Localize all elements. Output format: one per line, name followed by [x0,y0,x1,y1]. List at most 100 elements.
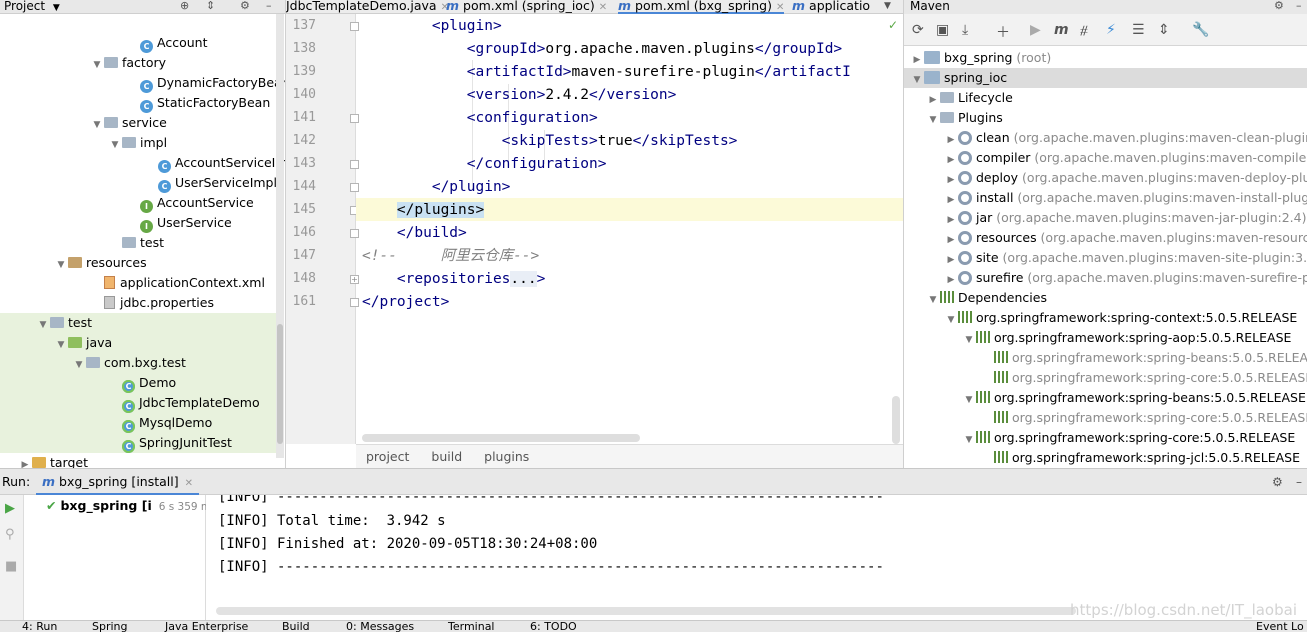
code-line[interactable]: <configuration> [362,108,598,128]
run-icon[interactable]: ▶ [1030,22,1041,38]
tree-item[interactable]: ▼ impl [0,133,276,153]
maven-tree-item[interactable]: ▶ compiler (org.apache.maven.plugins:mave… [904,148,1307,168]
maven-tree-item[interactable]: ▶ Lifecycle [904,88,1307,108]
code-line[interactable]: </build> [362,223,467,243]
code-line[interactable]: <plugin> [362,16,502,36]
maven-tree-item[interactable]: ▼ org.springframework:spring-core:5.0.5.R… [904,428,1307,448]
tree-item[interactable]: C AccountServiceImp [0,153,285,173]
tool-window-button[interactable]: Event Lo [1256,621,1304,632]
fold-marker-icon[interactable] [350,114,359,123]
tool-window-button[interactable]: Spring [92,621,128,632]
chevron-right-icon[interactable]: ▶ [926,90,940,110]
tree-item[interactable]: ▼ java [0,333,276,353]
code-line[interactable]: <!-- 阿里云仓库--> [362,246,539,266]
maven-tree-item[interactable]: ▼ org.springframework:spring-aop:5.0.5.RE… [904,328,1307,348]
minimize-icon[interactable]: – [1296,469,1302,495]
tree-item[interactable]: C Account [0,33,276,53]
collapse-icon[interactable]: ⇕ [206,0,215,12]
code-line[interactable]: </configuration> [362,154,607,174]
tree-item[interactable]: C SpringJunitTest [0,433,276,453]
chevron-down-icon[interactable]: ▼ [926,110,940,130]
maven-tree-item[interactable]: org.springframework:spring-beans:5.0.5.R… [904,348,1307,368]
close-icon[interactable]: ✕ [776,2,784,13]
project-scrollbar-thumb[interactable] [277,324,283,444]
chevron-down-icon[interactable]: ▼ [90,55,104,75]
tree-item[interactable]: C UserServiceImpl [0,173,277,193]
chevron-down-icon[interactable]: ▼ [926,290,940,310]
chevron-down-icon[interactable]: ▼ [962,330,976,350]
maven-tree-item[interactable]: ▶ surefire (org.apache.maven.plugins:mave… [904,268,1307,288]
project-panel-title[interactable]: Project [4,0,45,13]
maven-tree-item[interactable]: ▶ resources (org.apache.maven.plugins:mav… [904,228,1307,248]
chevron-down-icon[interactable]: ▼ [36,315,50,335]
close-icon[interactable]: ✕ [185,478,193,489]
tree-item[interactable]: C JdbcTemplateDemo [0,393,276,413]
gear-icon[interactable]: ⚙ [1272,469,1283,495]
tree-item[interactable]: C DynamicFactoryBean [0,73,285,93]
chevron-down-icon[interactable]: ▼ [72,355,86,375]
chevron-right-icon[interactable]: ▶ [944,130,958,150]
tree-item[interactable]: C MysqlDemo [0,413,276,433]
chevron-right-icon[interactable]: ▶ [944,270,958,290]
fold-marker-icon[interactable] [350,298,359,307]
offline-icon[interactable]: ⚡ [1106,22,1116,38]
tool-window-button[interactable]: Build [282,621,310,632]
tree-item[interactable]: C Demo [0,373,276,393]
tree-item[interactable]: ▶ target [0,453,276,468]
debug-icon[interactable]: ⚲ [5,527,15,542]
chevron-right-icon[interactable]: ▶ [944,250,958,270]
collapse-all-icon[interactable]: ⇕ [1158,22,1170,38]
tool-window-button[interactable]: Java Enterprise [165,621,248,632]
maven-goal-icon[interactable]: m [1054,22,1069,38]
run-console[interactable]: [INFO] ---------------------------------… [206,495,1307,621]
chevron-down-icon[interactable]: ▼ [944,310,958,330]
show-deps-icon[interactable]: ☰ [1132,22,1145,38]
maven-tree-item[interactable]: ▼ org.springframework:spring-context:5.0.… [904,308,1307,328]
fold-marker-icon[interactable] [350,22,359,31]
add-icon[interactable]: ＋ [996,22,1010,42]
chevron-right-icon[interactable]: ▶ [910,50,924,70]
run-tree-item[interactable]: ✔ bxg_spring [i 6 s 359 ms [46,498,217,513]
tree-item[interactable]: test [0,233,276,253]
editor-tab[interactable]: m pom.xml (spring_ioc) ✕ [446,0,607,14]
code-line[interactable]: <version>2.4.2</version> [362,85,677,105]
chevron-right-icon[interactable]: ▶ [18,455,32,468]
fold-marker-icon[interactable] [350,183,359,192]
tree-item[interactable]: applicationContext.xml [0,273,276,293]
editor-hscrollbar[interactable] [362,434,640,442]
tool-window-button[interactable]: 0: Messages [346,621,414,632]
chevron-right-icon[interactable]: ▶ [944,230,958,250]
tree-item[interactable]: C StaticFactoryBean [0,93,276,113]
tool-window-button[interactable]: Terminal [448,621,495,632]
reload-icon[interactable]: ⟳ [912,22,924,38]
gear-icon[interactable]: ⚙ [1274,0,1284,12]
chevron-right-icon[interactable]: ▶ [944,170,958,190]
chevron-right-icon[interactable]: ▶ [944,190,958,210]
chevron-right-icon[interactable]: ▶ [944,210,958,230]
tree-item[interactable]: ▼ com.bxg.test [0,353,276,373]
editor-tab[interactable]: m applicatio [792,0,870,14]
maven-tree-item[interactable]: ▶ deploy (org.apache.maven.plugins:maven-… [904,168,1307,188]
maven-tree-item[interactable]: ▼ Dependencies [904,288,1307,308]
maven-tree-item[interactable]: ▶ site (org.apache.maven.plugins:maven-si… [904,248,1307,268]
chevron-down-icon[interactable]: ▼ [54,335,68,355]
skip-tests-icon[interactable]: ⧣ [1080,22,1088,38]
breadcrumb-item[interactable]: project [366,449,409,464]
breadcrumb-item[interactable]: plugins [484,449,529,464]
add-folder-icon[interactable]: ▣ [936,22,949,38]
close-icon[interactable]: ✕ [599,2,607,13]
breadcrumb-item[interactable]: build [431,449,462,464]
target-icon[interactable]: ⊕ [180,0,189,12]
chevron-down-icon[interactable]: ▼ [962,430,976,450]
tool-window-button[interactable]: 4: Run [22,621,57,632]
rerun-icon[interactable]: ▶ [5,501,15,516]
fold-marker-icon[interactable] [350,229,359,238]
maven-tree-item[interactable]: ▶ bxg_spring (root) [904,48,1307,68]
chevron-down-icon[interactable]: ▼ [962,390,976,410]
run-tab[interactable]: m bxg_spring [install] ✕ [36,469,199,495]
tree-item[interactable]: I UserService [0,213,276,233]
code-line[interactable]: </project> [362,292,449,312]
editor-tab[interactable]: m pom.xml (bxg_spring) ✕ [618,0,785,14]
code-line[interactable]: </plugins> [362,200,485,220]
stop-icon[interactable]: ■ [5,559,17,574]
